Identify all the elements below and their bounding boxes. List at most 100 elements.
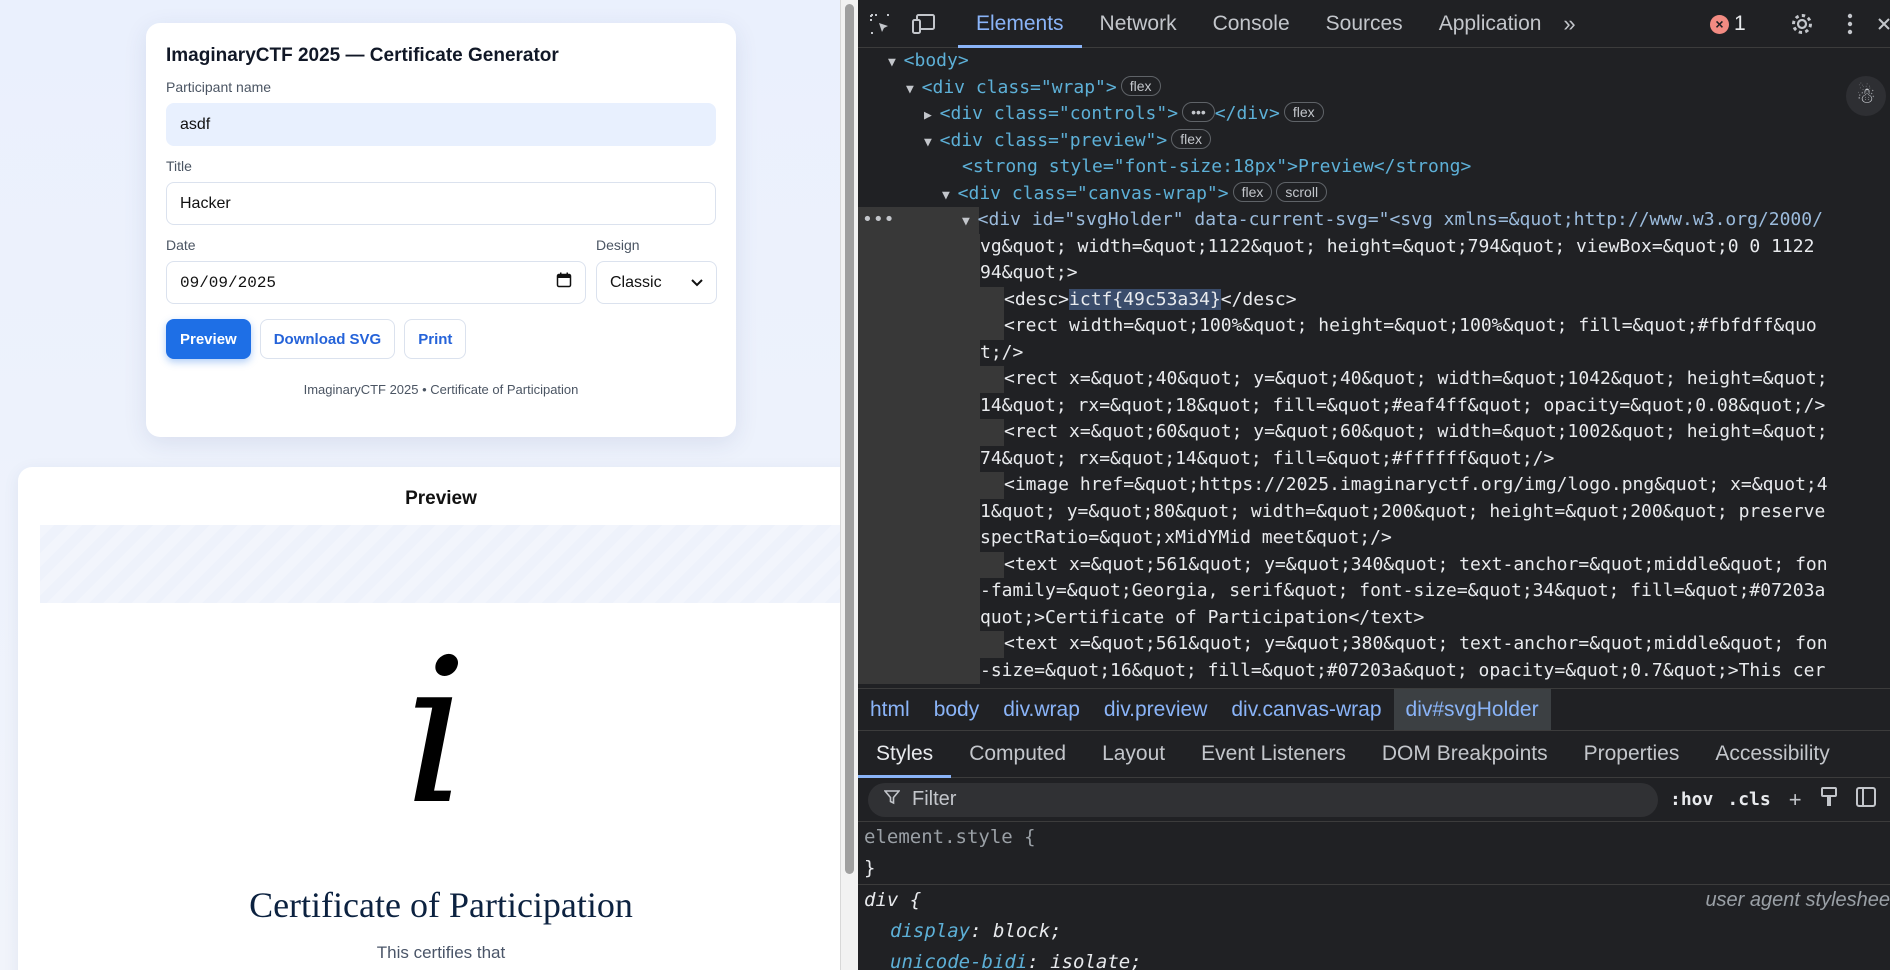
settings-gear-icon[interactable] bbox=[1778, 0, 1826, 48]
attr-continuation: <text x=&quot;561&quot; y=&quot;380&quot… bbox=[858, 631, 1828, 658]
tab-computed[interactable]: Computed bbox=[951, 730, 1084, 778]
calendar-icon[interactable] bbox=[556, 272, 572, 293]
breadcrumb-div-canvas-wrap[interactable]: div.canvas-wrap bbox=[1219, 689, 1393, 731]
dom-node-svgholder[interactable]: ••• ▼ <div id="svgHolder" data-current-sv… bbox=[858, 207, 1823, 234]
dom-node-strong[interactable]: <strong style="font-size:18px">Preview</… bbox=[858, 154, 1890, 181]
design-select[interactable]: Classic bbox=[596, 261, 717, 304]
css-val-unicode-bidi: isolate; bbox=[1050, 951, 1142, 970]
chevron-down-icon bbox=[691, 274, 703, 292]
styles-filter-bar: Filter :hov .cls + bbox=[858, 778, 1890, 822]
css-val-display: block; bbox=[992, 920, 1062, 942]
dom-node-wrap[interactable]: ▼ <div class="wrap"> flex bbox=[858, 75, 1890, 102]
attr-continuation: vg&quot; width=&quot;1122&quot; height=&… bbox=[858, 233, 1814, 260]
tab-network[interactable]: Network bbox=[1082, 0, 1195, 48]
styles-tabbar: Styles Computed Layout Event Listeners D… bbox=[858, 730, 1890, 778]
inspect-element-icon[interactable] bbox=[858, 0, 902, 48]
flex-badge[interactable]: flex bbox=[1120, 75, 1161, 96]
tab-dom-breakpoints[interactable]: DOM Breakpoints bbox=[1364, 730, 1566, 778]
new-style-rule-icon[interactable]: + bbox=[1789, 787, 1802, 813]
date-value: 09/09/2025 bbox=[180, 273, 277, 292]
hov-toggle[interactable]: :hov bbox=[1670, 789, 1713, 810]
paint-brush-icon[interactable] bbox=[1820, 786, 1838, 813]
preview-panel: Preview i Certificate of Participation T… bbox=[18, 467, 840, 970]
scroll-badge[interactable]: scroll bbox=[1276, 181, 1328, 202]
filter-placeholder: Filter bbox=[912, 788, 957, 810]
tab-layout[interactable]: Layout bbox=[1084, 730, 1183, 778]
more-tabs-icon[interactable]: » bbox=[1563, 11, 1575, 37]
expand-triangle-icon[interactable]: ▼ bbox=[962, 214, 978, 229]
breadcrumb-body[interactable]: body bbox=[922, 689, 992, 731]
tab-event-listeners[interactable]: Event Listeners bbox=[1183, 730, 1364, 778]
node-actions-icon[interactable]: ••• bbox=[862, 207, 895, 234]
devtools-toolbar: Elements Network Console Sources Applica… bbox=[858, 0, 1890, 48]
tab-elements[interactable]: Elements bbox=[958, 0, 1082, 48]
breadcrumb-div-wrap[interactable]: div.wrap bbox=[991, 689, 1092, 731]
tab-console[interactable]: Console bbox=[1195, 0, 1308, 48]
attr-continuation: <image href=&quot;https://2025.imaginary… bbox=[858, 472, 1828, 499]
tab-application[interactable]: Application bbox=[1421, 0, 1560, 48]
close-devtools-icon[interactable] bbox=[1874, 0, 1890, 48]
ellipsis-badge[interactable]: ••• bbox=[1182, 102, 1215, 122]
error-counter[interactable]: × 1 bbox=[1710, 12, 1746, 36]
cls-toggle[interactable]: .cls bbox=[1727, 789, 1770, 810]
ctf-logo: i bbox=[404, 616, 468, 849]
expand-triangle-icon[interactable]: ▼ bbox=[942, 188, 958, 203]
title-input[interactable]: Hacker bbox=[166, 182, 716, 225]
breadcrumb: html body div.wrap div.preview div.canva… bbox=[858, 688, 1890, 731]
breadcrumb-html[interactable]: html bbox=[858, 689, 922, 731]
sidebar-toggle-icon[interactable] bbox=[1855, 786, 1876, 813]
panel-divider-scrollbar[interactable] bbox=[840, 0, 858, 970]
attr-continuation: 94&quot;> bbox=[858, 260, 1078, 287]
flex-badge[interactable]: flex bbox=[1232, 181, 1273, 202]
kebab-menu-icon[interactable] bbox=[1826, 0, 1874, 48]
attr-continuation: <text x=&quot;561&quot; y=&quot;340&quot… bbox=[858, 551, 1828, 578]
attr-continuation: 74&quot; rx=&quot;14&quot; fill=&quot;#f… bbox=[858, 445, 1554, 472]
styles-filter-input[interactable]: Filter bbox=[868, 782, 1658, 817]
tab-styles[interactable]: Styles bbox=[858, 730, 952, 778]
accessibility-icon[interactable]: ☃ bbox=[1846, 76, 1886, 116]
breadcrumb-div-svgholder[interactable]: div#svgHolder bbox=[1393, 688, 1551, 731]
footer-text: ImaginaryCTF 2025 • Certificate of Parti… bbox=[303, 382, 579, 397]
flex-badge[interactable]: flex bbox=[1171, 128, 1212, 149]
dom-node-controls[interactable]: ▶ <div class="controls"> ••• </div> flex bbox=[858, 101, 1890, 128]
expand-triangle-icon[interactable]: ▼ bbox=[924, 135, 940, 150]
user-agent-stylesheet-label: user agent styleshee bbox=[1705, 889, 1890, 911]
print-button[interactable]: Print bbox=[404, 319, 467, 359]
element-style-rule[interactable]: element.style { } bbox=[858, 822, 1890, 885]
dom-node-canvas-wrap[interactable]: ▼ <div class="canvas-wrap"> flex scroll bbox=[858, 181, 1890, 208]
tab-sources[interactable]: Sources bbox=[1308, 0, 1421, 48]
collapse-triangle-icon[interactable]: ▶ bbox=[924, 108, 940, 123]
flex-badge[interactable]: flex bbox=[1283, 102, 1324, 122]
attr-continuation: 1&quot; y=&quot;80&quot; width=&quot;200… bbox=[858, 498, 1825, 525]
devtools-panel: Elements Network Console Sources Applica… bbox=[858, 0, 1890, 970]
title-label: Title bbox=[166, 158, 192, 174]
preview-button[interactable]: Preview bbox=[166, 319, 251, 359]
participant-name-input[interactable]: asdf bbox=[166, 103, 716, 146]
breadcrumb-div-preview[interactable]: div.preview bbox=[1092, 689, 1219, 731]
page-viewport: ImaginaryCTF 2025 — Certificate Generato… bbox=[0, 0, 840, 970]
scrollbar-thumb[interactable] bbox=[845, 4, 854, 874]
flag-text: ictf{49c53a34} bbox=[1069, 288, 1221, 310]
element-style-selector: element.style { bbox=[864, 826, 1036, 848]
preview-title: Preview bbox=[405, 488, 477, 509]
download-svg-button[interactable]: Download SVG bbox=[259, 319, 396, 359]
design-value: Classic bbox=[610, 273, 662, 291]
expand-triangle-icon[interactable]: ▼ bbox=[888, 55, 904, 70]
expand-triangle-icon[interactable]: ▼ bbox=[906, 82, 922, 97]
rule-close-brace: } bbox=[864, 857, 876, 879]
attr-continuation: quot;>Certificate of Participation</text… bbox=[858, 604, 1424, 631]
tab-properties[interactable]: Properties bbox=[1566, 730, 1698, 778]
attr-continuation: t;/> bbox=[858, 339, 1023, 366]
dom-tree[interactable]: ▼ <body> ▼ <div class="wrap"> flex ▶ <div… bbox=[858, 48, 1890, 688]
design-label: Design bbox=[596, 237, 640, 253]
dom-node-body[interactable]: ▼ <body> bbox=[858, 48, 1890, 75]
date-input[interactable]: 09/09/2025 bbox=[166, 261, 586, 304]
error-icon: × bbox=[1710, 14, 1729, 34]
certificate-border-strip bbox=[40, 525, 840, 603]
certificate-subtitle: This certifies that bbox=[376, 943, 506, 962]
attr-continuation: <rect x=&quot;40&quot; y=&quot;40&quot; … bbox=[858, 366, 1828, 393]
device-toggle-icon[interactable] bbox=[902, 0, 946, 48]
dom-node-preview[interactable]: ▼ <div class="preview"> flex bbox=[858, 128, 1890, 155]
tab-accessibility[interactable]: Accessibility bbox=[1697, 730, 1847, 778]
ua-div-rule[interactable]: user agent styleshee div { display: bloc… bbox=[858, 885, 1890, 970]
